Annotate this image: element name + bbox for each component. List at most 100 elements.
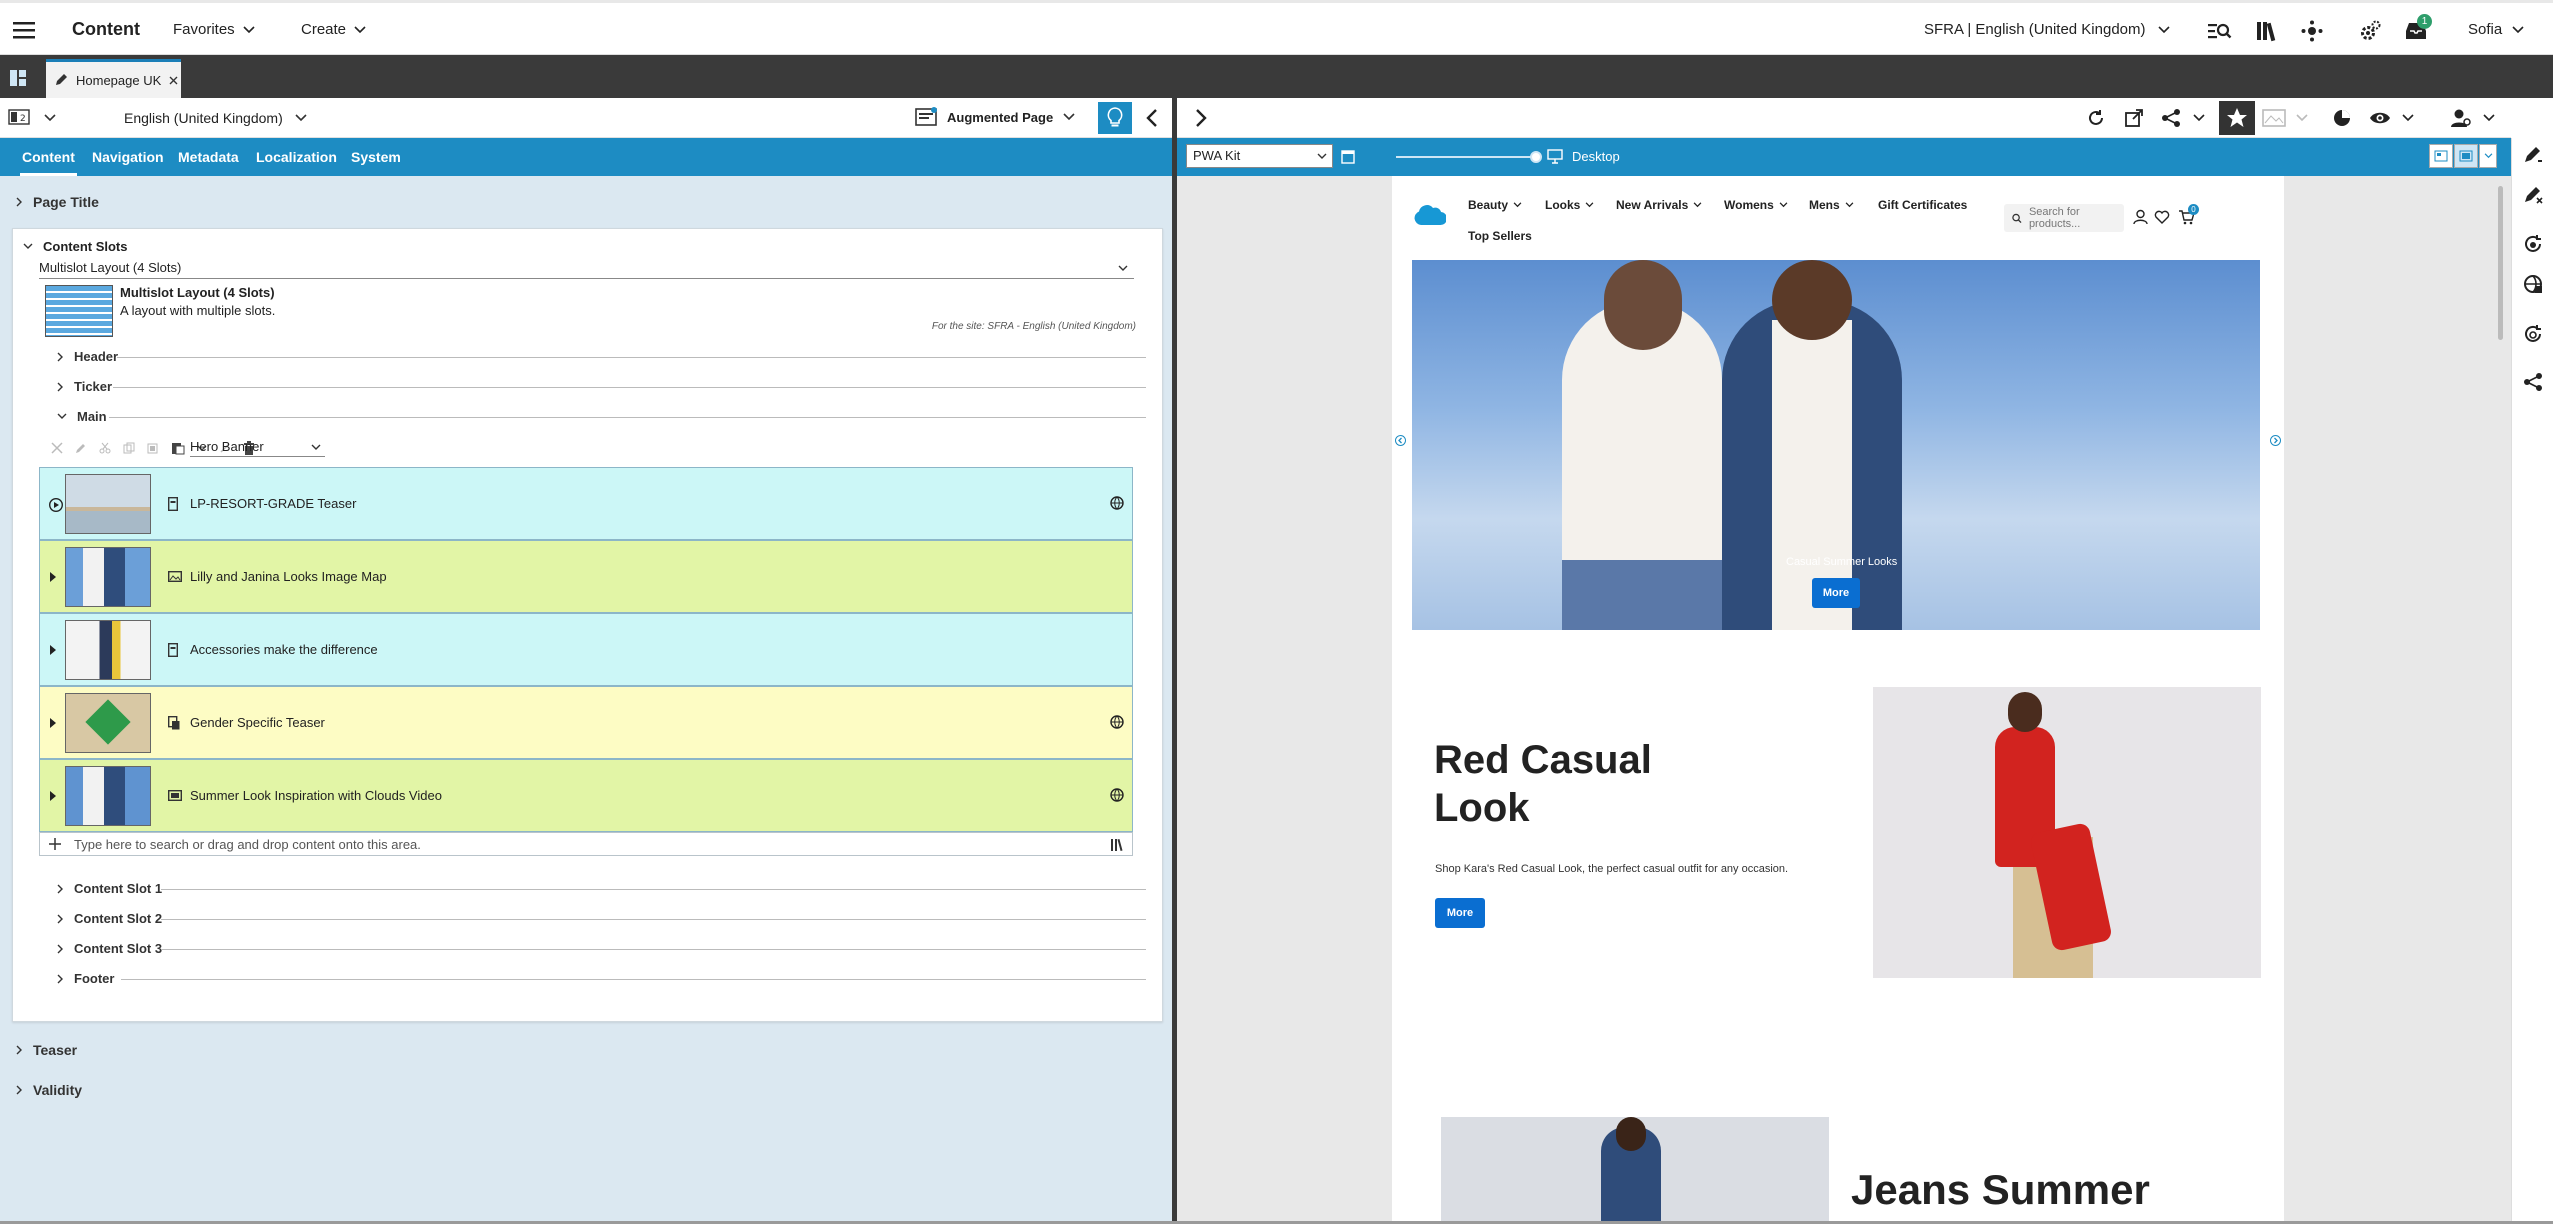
chevron-down-icon[interactable] [44, 114, 56, 122]
site-locale-selector[interactable]: SFRA | English (United Kingdom) [1924, 21, 2170, 38]
settings-gear-icon[interactable] [2354, 17, 2386, 45]
site-search-input[interactable]: Search for products... [2004, 204, 2124, 232]
user-preview-icon[interactable] [2448, 106, 2474, 130]
carousel-prev-icon[interactable] [1395, 435, 1406, 446]
jeans-look-image[interactable] [1441, 1117, 1829, 1224]
eye-icon[interactable] [2367, 106, 2393, 130]
share-icon[interactable] [2159, 106, 2183, 130]
user-menu[interactable]: Sofia [2468, 21, 2524, 38]
tab-overview-icon[interactable] [6, 66, 30, 90]
library-icon[interactable] [1110, 838, 1124, 852]
list-item[interactable]: LP-RESORT-GRADE Teaser [39, 467, 1133, 540]
chevron-right-icon[interactable] [49, 717, 57, 729]
augmented-page-selector[interactable]: Augmented Page [915, 107, 1075, 127]
slot-ticker[interactable]: Ticker [57, 379, 112, 394]
cut-icon[interactable] [99, 442, 111, 454]
layout-select[interactable]: Multislot Layout (4 Slots) [39, 257, 1134, 279]
content-slots-section[interactable]: Content Slots [23, 239, 128, 254]
chevron-down-icon[interactable] [2193, 114, 2205, 122]
nav-gift-certificates[interactable]: Gift Certificates [1878, 198, 1967, 212]
edit-icon[interactable] [75, 442, 87, 454]
edit-component-icon[interactable] [2523, 144, 2543, 164]
lightbulb-icon[interactable] [1098, 102, 1132, 134]
open-external-icon[interactable] [2122, 106, 2146, 130]
edit-remove-icon[interactable] [2523, 184, 2543, 204]
list-item[interactable]: Accessories make the difference [39, 613, 1133, 686]
remove-icon[interactable] [51, 442, 63, 454]
favorites-menu[interactable]: Favorites [173, 21, 255, 38]
list-item[interactable]: Summer Look Inspiration with Clouds Vide… [39, 759, 1133, 832]
paste-icon[interactable] [171, 441, 185, 455]
copy-icon[interactable] [123, 442, 135, 454]
refresh-icon[interactable] [2084, 106, 2108, 130]
account-icon[interactable] [2133, 209, 2148, 225]
tab-homepage-uk[interactable]: Homepage UK [46, 59, 181, 98]
translate-globe-icon[interactable] [2523, 274, 2543, 294]
play-icon[interactable] [49, 498, 63, 512]
view-mode-dropdown[interactable] [2479, 144, 2497, 168]
hamburger-menu-icon[interactable] [10, 16, 38, 44]
wishlist-heart-icon[interactable] [2154, 210, 2170, 224]
window-icon[interactable] [1341, 150, 1355, 164]
preview-scrollbar[interactable] [2498, 186, 2503, 340]
slot-main[interactable]: Main [57, 409, 107, 424]
page-title-section[interactable]: Page Title [16, 194, 99, 210]
slot-content-3[interactable]: Content Slot 3 [57, 941, 162, 956]
localize-globe-icon[interactable] [2523, 324, 2543, 344]
zoom-slider-handle[interactable] [1530, 151, 1542, 163]
chevron-down-icon[interactable] [2483, 114, 2495, 122]
locale-selector[interactable]: English (United Kingdom) [124, 110, 307, 126]
hero-banner-image[interactable]: Casual Summer Looks More [1412, 260, 2260, 630]
workflow-icon[interactable] [2296, 17, 2328, 45]
sync-globe-icon[interactable] [2523, 234, 2543, 254]
chevron-right-icon[interactable] [49, 790, 57, 802]
tab-navigation[interactable]: Navigation [90, 138, 166, 176]
slot-content-1[interactable]: Content Slot 1 [57, 881, 162, 896]
favorite-star-icon[interactable] [2219, 101, 2255, 135]
dropzone[interactable]: Type here to search or drag and drop con… [39, 832, 1133, 856]
nav-mens[interactable]: Mens [1809, 198, 1854, 212]
duplicate-icon[interactable] [147, 442, 159, 454]
hero-more-button[interactable]: More [1812, 578, 1860, 608]
carousel-next-icon[interactable] [2270, 435, 2281, 446]
close-icon[interactable] [169, 76, 178, 85]
tab-metadata[interactable]: Metadata [176, 138, 241, 176]
slot-footer[interactable]: Footer [57, 971, 114, 986]
list-item[interactable]: Lilly and Janina Looks Image Map [39, 540, 1133, 613]
view-mode-2-icon[interactable] [2454, 144, 2478, 168]
list-item[interactable]: Gender Specific Teaser [39, 686, 1133, 759]
layout-toggle-icon[interactable]: 2 [6, 106, 32, 128]
image-compare-icon[interactable] [2260, 106, 2288, 130]
nav-beauty[interactable]: Beauty [1468, 198, 1522, 212]
salesforce-cloud-logo[interactable] [1412, 203, 1446, 227]
time-travel-icon[interactable] [2330, 106, 2354, 130]
chevron-down-icon[interactable] [2296, 114, 2308, 122]
desktop-icon[interactable] [1547, 149, 1563, 164]
tab-content[interactable]: Content [20, 138, 77, 176]
library-icon[interactable] [2250, 17, 2282, 45]
tab-system[interactable]: System [349, 138, 403, 176]
nav-looks[interactable]: Looks [1545, 198, 1594, 212]
red-look-image[interactable] [1873, 687, 2261, 978]
nav-womens[interactable]: Womens [1724, 198, 1788, 212]
chevron-down-icon[interactable] [2402, 114, 2414, 122]
tab-localization[interactable]: Localization [254, 138, 339, 176]
nav-new-arrivals[interactable]: New Arrivals [1616, 198, 1702, 212]
collapse-left-icon[interactable] [1140, 104, 1164, 132]
component-type-select[interactable]: Hero Banner [190, 439, 325, 457]
validity-section[interactable]: Validity [16, 1082, 82, 1098]
nav-top-sellers[interactable]: Top Sellers [1468, 229, 1532, 243]
expand-right-icon[interactable] [1189, 104, 1213, 132]
slot-content-2[interactable]: Content Slot 2 [57, 911, 162, 926]
view-mode-1-icon[interactable] [2429, 144, 2453, 168]
zoom-slider[interactable] [1396, 151, 1542, 163]
teaser-section[interactable]: Teaser [16, 1042, 77, 1058]
red-look-more-button[interactable]: More [1435, 898, 1485, 928]
preview-select[interactable]: PWA Kit [1186, 144, 1333, 168]
chevron-right-icon[interactable] [49, 644, 57, 656]
share-icon[interactable] [2523, 372, 2543, 392]
plus-icon[interactable] [48, 837, 62, 851]
create-menu[interactable]: Create [301, 21, 366, 38]
slot-header[interactable]: Header [57, 349, 118, 364]
search-content-icon[interactable] [2204, 17, 2236, 45]
